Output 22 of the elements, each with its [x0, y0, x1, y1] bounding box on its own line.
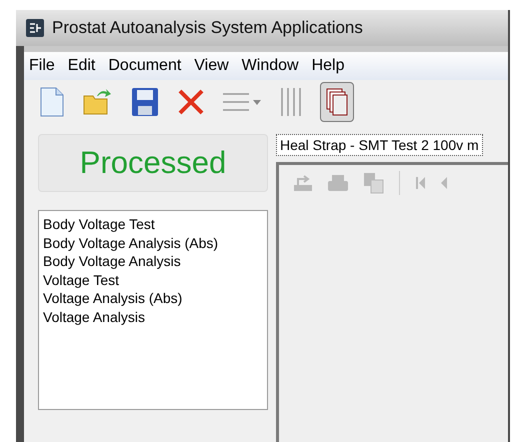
cascade-windows-icon	[326, 88, 348, 116]
menu-item[interactable]: File	[29, 54, 55, 78]
list-item[interactable]: Voltage Analysis	[43, 308, 263, 326]
list-item[interactable]: Body Voltage Test	[43, 215, 263, 234]
new-document-icon	[39, 87, 65, 117]
menu-item[interactable]: Edit	[68, 54, 96, 78]
menu-item[interactable]: View	[194, 54, 229, 78]
list-item[interactable]: Voltage Analysis (Abs)	[43, 289, 263, 308]
delete-icon	[177, 88, 205, 116]
toolbar-button[interactable]	[320, 82, 354, 122]
status-label: Processed	[80, 144, 226, 182]
list-item[interactable]: Body Voltage Analysis	[43, 252, 263, 270]
list-item[interactable]: Voltage Test	[43, 270, 263, 289]
list-item[interactable]: Body Voltage Analysis (Abs)	[43, 234, 263, 252]
folder-arrow-icon	[83, 88, 113, 116]
menu-item[interactable]: Document	[108, 54, 182, 78]
menu-item[interactable]: Window	[242, 54, 299, 78]
app-logo-icon	[26, 19, 44, 37]
window-title: Prostat Autoanalysis System Applications	[52, 17, 363, 40]
caret-icon	[253, 100, 261, 104]
menu-item[interactable]: Help	[312, 54, 344, 78]
document-tab[interactable]: Heal Strap - SMT Test 2 100v m	[276, 134, 483, 156]
